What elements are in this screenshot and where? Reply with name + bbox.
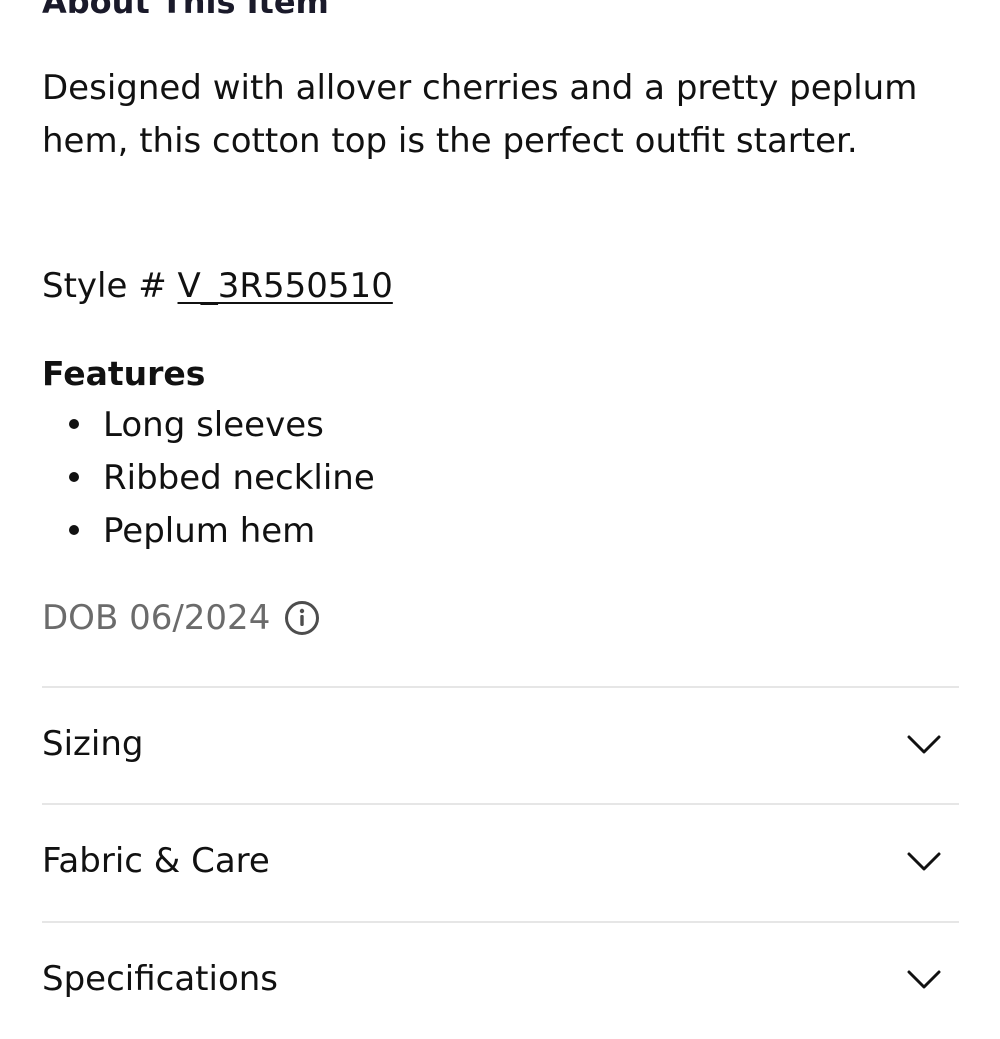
feature-item: Long sleeves [42,401,375,454]
features-list: Long sleeves Ribbed neckline Peplum hem [42,401,375,560]
about-title: About This Item [42,0,329,21]
dob-text: DOB 06/2024 [42,598,271,638]
specifications-accordion[interactable]: Specifications [42,921,959,1039]
specifications-label: Specifications [42,959,279,999]
info-icon[interactable] [284,600,320,636]
style-number-link[interactable]: V_3R550510 [178,266,393,306]
chevron-down-icon [907,970,941,989]
bullet-icon [69,419,79,429]
style-label: Style # [42,266,178,306]
product-description: Designed with allover cherries and a pre… [42,68,918,161]
chevron-down-icon [907,735,941,754]
feature-text: Ribbed neckline [103,458,375,498]
feature-text: Long sleeves [103,405,324,445]
sizing-label: Sizing [42,724,144,764]
chevron-down-icon [907,852,941,871]
feature-item: Ribbed neckline [42,454,375,507]
fabric-care-label: Fabric & Care [42,841,270,881]
features-title: Features [42,354,206,393]
dob-row: DOB 06/2024 [42,594,320,642]
feature-item: Peplum hem [42,507,375,560]
fabric-care-accordion[interactable]: Fabric & Care [42,803,959,921]
feature-text: Peplum hem [103,511,316,551]
sizing-accordion[interactable]: Sizing [42,686,959,804]
style-number-row: Style # V_3R550510 [42,264,393,308]
bullet-icon [69,525,79,535]
bullet-icon [69,472,79,482]
